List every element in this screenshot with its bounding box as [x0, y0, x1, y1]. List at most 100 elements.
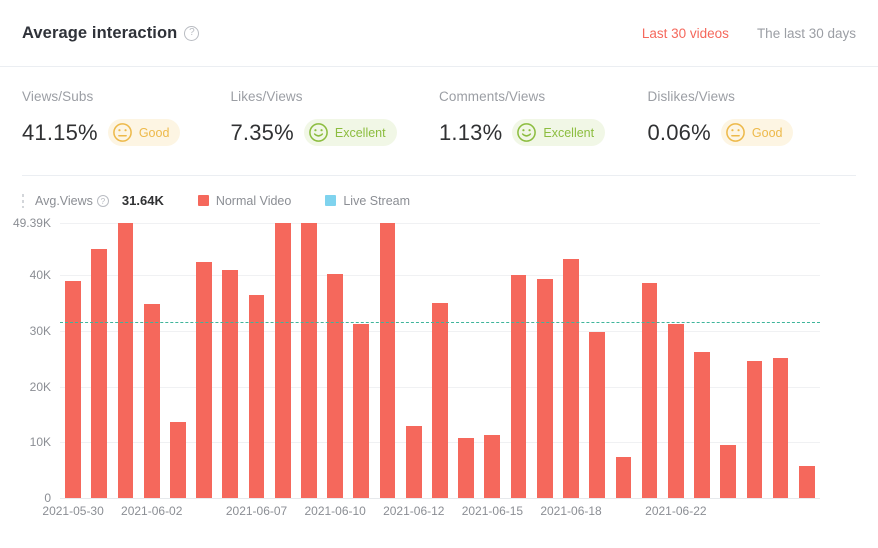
- bar-slot[interactable]: [453, 223, 479, 498]
- bar-slot[interactable]: [270, 223, 296, 498]
- bar-slot[interactable]: [217, 223, 243, 498]
- x-axis-tick-label: 2021-06-18: [540, 504, 602, 518]
- bar-slot[interactable]: [610, 223, 636, 498]
- bar[interactable]: [248, 294, 265, 498]
- legend-average-label: Avg.Views: [35, 193, 93, 208]
- x-axis-line: [60, 498, 820, 499]
- status-badge: Excellent: [303, 119, 397, 146]
- bar[interactable]: [196, 262, 212, 498]
- neutral-face-icon: [112, 123, 132, 142]
- bar[interactable]: [170, 421, 186, 498]
- bar-slot[interactable]: [165, 223, 191, 498]
- metric-card-dislikes-views: Dislikes/Views 0.06% Good: [648, 89, 857, 175]
- bar-slot[interactable]: [86, 223, 112, 498]
- bar-slot[interactable]: [191, 223, 217, 498]
- bar[interactable]: [353, 323, 370, 498]
- bar-series-normal-video: [60, 223, 820, 498]
- metric-value: 41.15%: [22, 119, 98, 145]
- bar[interactable]: [772, 358, 789, 498]
- bar[interactable]: [379, 223, 396, 498]
- bar-slot[interactable]: [296, 223, 322, 498]
- bar-slot[interactable]: [139, 223, 165, 498]
- bar[interactable]: [536, 278, 553, 498]
- bar[interactable]: [65, 281, 81, 498]
- metric-value-row: 41.15% Good: [22, 119, 231, 146]
- bar-slot[interactable]: [112, 223, 138, 498]
- bar-slot[interactable]: [767, 223, 793, 498]
- bar[interactable]: [143, 303, 160, 498]
- bar[interactable]: [458, 438, 474, 498]
- bar[interactable]: [694, 352, 710, 498]
- legend-label-normal-video: Normal Video: [215, 193, 292, 208]
- bar-slot[interactable]: [715, 223, 741, 498]
- bar-slot[interactable]: [60, 223, 86, 498]
- bar[interactable]: [405, 425, 422, 498]
- status-badge: Good: [107, 119, 181, 146]
- bar-chart: 0 10K 20K 30K 40K 49.39K 2021-05-30 2021-06-02…: [0, 212, 878, 542]
- bar[interactable]: [432, 303, 448, 498]
- legend-item-live-stream[interactable]: Live Stream: [325, 194, 410, 208]
- question-circle-icon[interactable]: ?: [184, 25, 200, 41]
- bar[interactable]: [563, 259, 579, 498]
- metric-card-comments-views: Comments/Views 1.13% Excellent: [439, 89, 648, 175]
- bar-slot[interactable]: [374, 223, 400, 498]
- bar-slot[interactable]: [348, 223, 374, 498]
- question-circle-icon[interactable]: ?: [96, 194, 109, 207]
- bar[interactable]: [798, 466, 815, 498]
- legend-item-normal-video[interactable]: Normal Video: [197, 193, 292, 208]
- bar-slot[interactable]: [322, 223, 348, 498]
- legend-drag-handle-icon: [22, 193, 24, 208]
- chart-legend: Avg.Views ? 31.64K Normal Video Live Str…: [0, 176, 878, 212]
- bar[interactable]: [274, 223, 291, 498]
- bar[interactable]: [91, 249, 108, 498]
- legend-swatch-normal-video: [197, 195, 209, 206]
- bar-slot[interactable]: [741, 223, 767, 498]
- metric-label: Comments/Views: [439, 89, 546, 104]
- metric-label: Dislikes/Views: [647, 89, 735, 104]
- bar-slot[interactable]: [401, 223, 427, 498]
- average-reference-line: [60, 321, 820, 323]
- metric-value-row: 1.13% Excellent: [439, 119, 648, 146]
- status-badge: Good: [720, 119, 794, 146]
- title-group: Average interaction ?: [22, 24, 200, 43]
- bar[interactable]: [667, 324, 684, 498]
- bar[interactable]: [327, 273, 343, 498]
- bar[interactable]: [222, 270, 239, 498]
- x-axis-tick-label: 2021-05-30: [42, 504, 104, 518]
- bar[interactable]: [301, 223, 317, 498]
- bar-slot[interactable]: [243, 223, 269, 498]
- metric-value-row: 0.06% Good: [648, 119, 857, 146]
- metric-card-likes-views: Likes/Views 7.35% Excellent: [231, 89, 440, 175]
- bar[interactable]: [720, 444, 737, 498]
- bar[interactable]: [641, 283, 658, 498]
- bar-slot[interactable]: [532, 223, 558, 498]
- smiley-face-icon: [309, 123, 328, 142]
- bar-slot[interactable]: [636, 223, 662, 498]
- y-axis-tick-label: 30K: [29, 323, 51, 338]
- bar[interactable]: [589, 331, 606, 498]
- tab-last-30-videos[interactable]: Last 30 videos: [642, 26, 729, 41]
- range-tabs: Last 30 videos The last 30 days: [642, 26, 856, 41]
- bar-slot[interactable]: [584, 223, 610, 498]
- bar[interactable]: [510, 274, 527, 498]
- metric-card-views-subs: Views/Subs 41.15% Good: [22, 89, 231, 175]
- status-badge-label: Good: [751, 125, 783, 140]
- bar[interactable]: [746, 361, 763, 498]
- tab-last-30-days[interactable]: The last 30 days: [757, 26, 856, 41]
- bar-slot[interactable]: [558, 223, 584, 498]
- bar[interactable]: [484, 435, 501, 498]
- bar-slot[interactable]: [689, 223, 715, 498]
- bar-slot[interactable]: [794, 223, 820, 498]
- bar-slot[interactable]: [427, 223, 453, 498]
- bar[interactable]: [615, 456, 632, 498]
- bar-slot[interactable]: [663, 223, 689, 498]
- x-axis-tick-label: 2021-06-02: [121, 504, 183, 518]
- bar-slot[interactable]: [479, 223, 505, 498]
- legend-average-value: 31.64K: [121, 193, 164, 208]
- metric-value-row: 7.35% Excellent: [231, 119, 440, 146]
- status-badge-label: Excellent: [543, 125, 595, 140]
- bar-slot[interactable]: [505, 223, 531, 498]
- bar[interactable]: [117, 223, 134, 498]
- status-badge-label: Good: [138, 125, 170, 140]
- metric-value: 0.06%: [647, 119, 711, 145]
